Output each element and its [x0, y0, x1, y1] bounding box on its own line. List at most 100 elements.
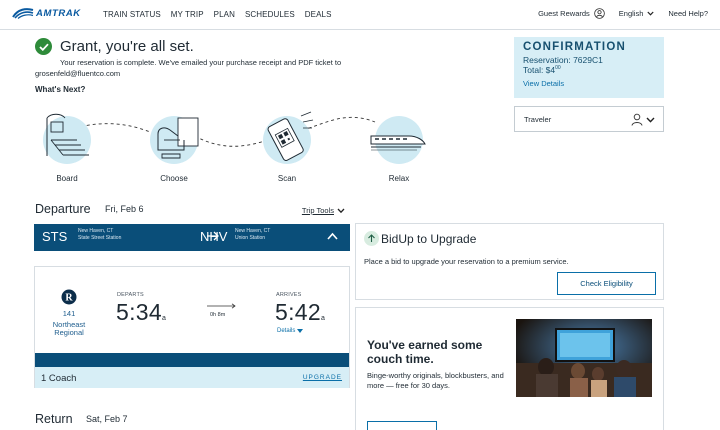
bidup-title: BidUp to Upgrade [381, 232, 477, 246]
success-title: Grant, you're all set. [60, 38, 194, 55]
logo-text: AMTRAK [36, 7, 81, 19]
chevron-down-icon [646, 117, 655, 123]
reservation-number: Reservation: 7629C1 [523, 55, 603, 65]
northeast-regional-logo-icon: R [61, 289, 77, 305]
nav-plan[interactable]: PLAN [214, 10, 235, 19]
view-details-link[interactable]: View Details [523, 79, 655, 88]
origin-station: New Haven, CT State Street Station [78, 228, 121, 241]
bidup-icon [364, 231, 379, 246]
check-circle-icon [35, 38, 52, 55]
details-link[interactable]: Details [277, 328, 304, 334]
train-name: Northeast Regional [52, 320, 86, 337]
language-select[interactable]: English [619, 9, 655, 18]
details-label: Details [277, 328, 296, 334]
departure-route-bar[interactable]: STS New Haven, CT State Street Station NH… [34, 224, 350, 251]
origin-station-name: State Street Station [78, 234, 122, 241]
train-number: 141 [62, 309, 76, 318]
trip-tools-label: Trip Tools [301, 206, 334, 215]
arrive-time: 5:42a [275, 299, 325, 326]
step-label: Choose [160, 174, 188, 183]
traveler-label: Traveler [524, 114, 552, 124]
whats-next-steps: Board Choose Scan Relax [35, 110, 435, 190]
total-amount: Total: $400 [523, 65, 655, 75]
success-body: Your reservation is complete. We've emai… [60, 58, 342, 67]
trip-duration: 0h 8m [210, 312, 226, 318]
step-label: Board [56, 174, 78, 183]
duration-arrow-icon [207, 303, 236, 309]
nav-schedules[interactable]: SCHEDULES [245, 10, 295, 19]
step-label: Scan [277, 174, 297, 183]
confirmation-title: CONFIRMATION [523, 41, 626, 53]
bidup-card: BidUp to Upgrade Place a bid to upgrade … [355, 223, 664, 300]
main-nav: TRAIN STATUS MY TRIP PLAN SCHEDULES DEAL… [103, 10, 332, 19]
success-email: grosenfeld@fluentco.com [35, 68, 121, 78]
seat-icon [157, 117, 199, 159]
destination-station: New Haven, CT Union Station [235, 228, 270, 241]
promo-heading: You've earned some couch time. [367, 338, 483, 366]
user-circle-icon [594, 8, 605, 19]
nav-deals[interactable]: DEALS [305, 10, 332, 19]
promo-text: Binge-worthy originals, blockbusters, an… [367, 371, 504, 390]
amtrak-swoosh-icon [12, 8, 34, 19]
check-eligibility-button[interactable]: Check Eligibility [557, 272, 656, 295]
total-cents: 00 [555, 65, 561, 72]
phone-scan-icon [267, 111, 314, 161]
train-info: R 141 Northeast Regional [47, 289, 91, 337]
origin-code: STS [42, 229, 68, 244]
depart-time: 5:34a [116, 299, 166, 326]
arrive-time-value: 5:42 [275, 299, 321, 325]
amtrak-logo[interactable]: AMTRAK [12, 7, 81, 19]
depart-time-suffix: a [161, 315, 167, 322]
trip-progress-bar [35, 353, 349, 367]
step-board: Board [35, 110, 99, 183]
departure-header: Departure Fri, Feb 6 Trip Tools [35, 202, 350, 216]
upgrade-link[interactable]: UPGRADE [303, 374, 342, 381]
guest-rewards-label: Guest Rewards [538, 9, 590, 18]
header-utilities: Guest Rewards English Need Help? [538, 8, 708, 19]
svg-text:R: R [65, 293, 73, 304]
person-icon [631, 113, 643, 126]
streaming-promo-card: You've earned some couch time. Binge-wor… [355, 307, 664, 430]
chevron-down-icon [647, 11, 655, 16]
return-header: Return Sat, Feb 7 [35, 412, 128, 426]
nav-train-status[interactable]: TRAIN STATUS [103, 10, 161, 19]
departs-label: DEPARTS [117, 292, 144, 298]
guest-rewards-link[interactable]: Guest Rewards [538, 8, 605, 19]
step-choose: Choose [142, 110, 206, 183]
family-tv-image [516, 319, 652, 397]
origin-city: New Haven, CT [78, 228, 114, 234]
promo-button[interactable] [367, 421, 437, 430]
nav-my-trip[interactable]: MY TRIP [171, 10, 204, 19]
chevron-up-icon[interactable] [327, 232, 338, 240]
chevron-down-icon [337, 208, 345, 213]
traveler-dropdown[interactable]: Traveler [514, 106, 664, 132]
destination-city: New Haven, CT [235, 228, 271, 234]
departure-trip-card: R 141 Northeast Regional DEPARTS 5:34a 0… [34, 266, 350, 388]
success-text: Your reservation is complete. We've emai… [35, 58, 390, 79]
train-door-icon [46, 113, 89, 156]
step-relax: Relax [367, 110, 431, 183]
whats-next-title: What's Next? [35, 85, 86, 94]
depart-time-value: 5:34 [116, 299, 162, 325]
train-icon [370, 135, 426, 151]
step-scan: Scan [255, 110, 319, 183]
confirmation-panel: CONFIRMATION Reservation: 7629C1 Total: … [514, 37, 664, 98]
arrive-time-suffix: a [320, 315, 326, 322]
top-header: AMTRAK TRAIN STATUS MY TRIP PLAN SCHEDUL… [0, 0, 720, 30]
total-label: Total: $4 [523, 65, 556, 75]
destination-code: NHV [200, 229, 228, 244]
return-date: Sat, Feb 7 [86, 414, 128, 424]
trip-tools-button[interactable]: Trip Tools [302, 206, 345, 215]
departure-date: Fri, Feb 6 [105, 204, 144, 214]
departure-label: Departure [35, 202, 91, 216]
need-help-label: Need Help? [668, 9, 708, 18]
coach-label: 1 Coach [41, 373, 77, 384]
step-label: Relax [388, 174, 410, 183]
caret-down-icon [297, 329, 304, 333]
destination-station-name: Union Station [235, 234, 266, 241]
need-help-link[interactable]: Need Help? [668, 9, 708, 18]
coach-row: 1 Coach UPGRADE [35, 367, 349, 388]
bidup-text: Place a bid to upgrade your reservation … [364, 257, 569, 266]
language-label: English [618, 9, 644, 18]
return-label: Return [35, 412, 73, 426]
